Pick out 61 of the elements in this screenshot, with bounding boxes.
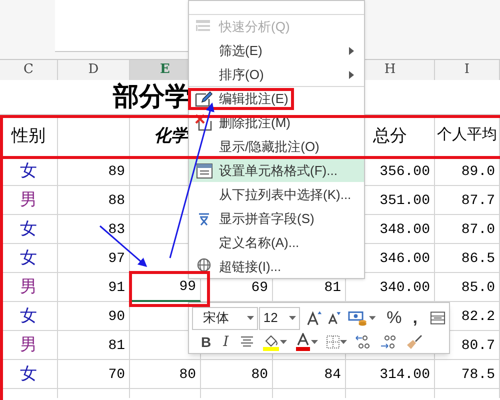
comma-button[interactable]: , <box>410 305 420 331</box>
grow-font-icon[interactable] <box>307 310 323 326</box>
sheet-title: 部分学 <box>113 84 191 110</box>
caret-icon[interactable] <box>310 340 318 344</box>
currency-icon[interactable] <box>348 310 368 326</box>
table-cell: 80 <box>130 360 201 389</box>
table-cell: 女 <box>0 157 58 186</box>
table-cell: 87.7 <box>435 186 500 215</box>
table-cell: 个人平均 <box>435 115 500 157</box>
menu-item[interactable]: 筛选(E) <box>189 38 364 62</box>
phonetic-icon <box>197 210 211 226</box>
format-cells-icon <box>196 162 212 178</box>
table-cell: 314.00 <box>346 360 435 389</box>
font-field[interactable]: 宋体 <box>192 306 258 330</box>
decrease-decimal-icon[interactable] <box>378 334 397 350</box>
fill-color-icon[interactable] <box>262 333 280 351</box>
table-cell: 91 <box>58 273 130 302</box>
wrap-text-icon[interactable] <box>430 311 446 325</box>
column-header[interactable]: C <box>0 60 58 80</box>
table-cell: 男 <box>0 273 58 302</box>
table-cell: 84 <box>273 360 346 389</box>
shrink-font-icon[interactable] <box>328 311 342 325</box>
caret-icon[interactable] <box>247 316 254 320</box>
caret-icon[interactable] <box>289 316 296 320</box>
table-cell: 89.0 <box>435 157 500 186</box>
table-cell: 性别 <box>0 115 58 157</box>
borders-icon[interactable] <box>326 335 340 349</box>
table-cell: 89 <box>58 157 130 186</box>
menu-item[interactable]: 设置单元格格式(F)... <box>189 158 364 182</box>
align-center-icon[interactable] <box>240 336 254 348</box>
pointer-arrow <box>100 225 148 267</box>
italic-button[interactable]: I <box>222 332 230 352</box>
table-cell: 女 <box>0 244 58 273</box>
table-cell: 97 <box>58 244 130 273</box>
percent-button[interactable]: % <box>384 305 404 331</box>
font-color-icon[interactable] <box>294 333 311 351</box>
column-header[interactable]: D <box>58 60 130 80</box>
table-cell: 男 <box>0 186 58 215</box>
column-header[interactable]: I <box>435 60 500 80</box>
table-cell: 90 <box>58 302 130 331</box>
table-cell: 83 <box>58 215 130 244</box>
caret-icon[interactable] <box>280 340 287 344</box>
table-cell: 88 <box>58 186 130 215</box>
caret-icon[interactable] <box>368 316 376 320</box>
table-cell: 87.0 <box>435 215 500 244</box>
edit-note-icon <box>195 90 213 106</box>
menu-item[interactable]: 编辑批注(E) <box>189 86 364 110</box>
caret-icon[interactable] <box>340 340 347 344</box>
bold-button[interactable]: B <box>200 332 212 352</box>
table-cell: 78.5 <box>435 360 500 389</box>
table-cell: 男 <box>0 331 58 360</box>
table-cell: 女 <box>0 215 58 244</box>
table-cell: 70 <box>58 360 130 389</box>
table-cell: 女 <box>0 302 58 331</box>
format-painter-icon[interactable] <box>404 333 423 351</box>
font-size-field[interactable]: 12 <box>259 306 300 330</box>
delete-note-icon <box>195 114 213 131</box>
table-cell: 80 <box>201 360 273 389</box>
table-cell: 81 <box>58 331 130 360</box>
table-cell: 86.5 <box>435 244 500 273</box>
table-cell: 女 <box>0 360 58 389</box>
